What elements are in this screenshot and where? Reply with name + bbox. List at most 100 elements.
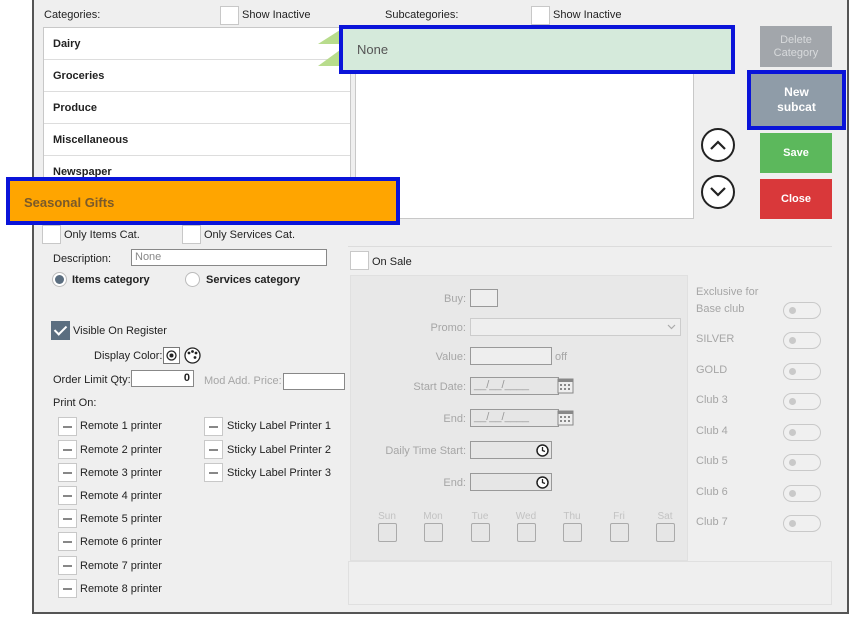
remote-6-printer-checkbox[interactable] [58,532,77,551]
club-4-toggle[interactable] [783,424,821,441]
delete-category-button[interactable]: Delete Category [760,26,832,67]
day-wed-checkbox[interactable] [517,523,536,542]
calendar-icon[interactable] [557,409,574,426]
chevron-down-icon [710,187,726,197]
club-6-toggle[interactable] [783,485,821,502]
remote-1-printer-checkbox[interactable] [58,417,77,436]
daily-time-end-input[interactable] [470,473,552,491]
subcategories-show-inactive-checkbox[interactable] [531,6,550,25]
day-thu-label: Thu [563,511,581,522]
items-category-radio[interactable] [52,272,67,287]
list-item[interactable]: Miscellaneous [44,124,350,156]
remote-7-printer-checkbox[interactable] [58,556,77,575]
list-item[interactable]: Produce [44,92,350,124]
sticky-label-printer-3-checkbox[interactable] [204,463,223,482]
target-icon [166,350,177,361]
club-silver-label: SILVER [696,333,735,345]
order-limit-label: Order Limit Qty: [53,374,131,386]
sticky-label-printer-2-checkbox[interactable] [204,440,223,459]
club-5-label: Club 5 [696,455,728,467]
subcategories-title: Subcategories: [385,9,459,21]
remote-1-printer-label: Remote 1 printer [80,420,162,432]
day-fri-checkbox[interactable] [610,523,629,542]
categories-show-inactive-checkbox[interactable] [220,6,239,25]
remote-3-printer-checkbox[interactable] [58,463,77,482]
remote-4-printer-label: Remote 4 printer [80,490,162,502]
clock-icon [536,476,549,489]
bottom-panel [348,561,832,605]
color-swatch-button[interactable] [163,347,180,364]
sticky-label-printer-1-label: Sticky Label Printer 1 [227,420,331,432]
buy-input[interactable] [470,289,498,307]
sticky-label-printer-3-label: Sticky Label Printer 3 [227,467,331,479]
club-3-toggle[interactable] [783,393,821,410]
base-club-toggle[interactable] [783,302,821,319]
categories-list: Dairy Groceries Produce Miscellaneous Ne… [43,27,351,188]
on-sale-checkbox[interactable] [350,251,369,270]
remote-4-printer-checkbox[interactable] [58,486,77,505]
new-subcat-button[interactable]: New subcat [747,70,846,130]
only-items-label: Only Items Cat. [64,229,140,241]
day-thu-checkbox[interactable] [563,523,582,542]
promo-select[interactable] [470,318,681,336]
remote-8-printer-checkbox[interactable] [58,579,77,598]
club-gold-toggle[interactable] [783,363,821,380]
day-sun-checkbox[interactable] [378,523,397,542]
remote-2-printer-checkbox[interactable] [58,440,77,459]
club-silver-toggle[interactable] [783,332,821,349]
sort-arrows-icon [318,30,340,66]
palette-icon[interactable] [184,347,201,364]
categories-title: Categories: [44,9,101,21]
list-item[interactable]: Groceries [44,60,350,92]
only-services-checkbox[interactable] [182,225,201,244]
remote-7-printer-label: Remote 7 printer [80,560,162,572]
start-date-label: Start Date: [413,381,466,393]
description-input[interactable]: None [131,249,327,266]
daily-time-start-label: Daily Time Start: [385,445,466,457]
club-6-label: Club 6 [696,486,728,498]
remote-5-printer-checkbox[interactable] [58,509,77,528]
move-down-button[interactable] [701,175,735,209]
end-date-input[interactable]: __/__/____ [470,409,559,427]
value-input[interactable] [470,347,552,365]
save-button[interactable]: Save [760,133,832,173]
remote-8-printer-label: Remote 8 printer [80,583,162,595]
remote-5-printer-label: Remote 5 printer [80,513,162,525]
only-items-checkbox[interactable] [42,225,61,244]
move-up-button[interactable] [701,128,735,162]
club-7-toggle[interactable] [783,515,821,532]
daily-time-end-label: End: [443,477,466,489]
visible-on-register-checkbox[interactable] [51,321,70,340]
description-label: Description: [53,253,112,265]
calendar-icon[interactable] [557,377,574,394]
remote-3-printer-label: Remote 3 printer [80,467,162,479]
chevron-down-icon [667,324,676,330]
day-tue-checkbox[interactable] [471,523,490,542]
highlight-box [339,25,735,74]
subcategories-show-inactive-label: Show Inactive [553,9,622,21]
day-fri-label: Fri [613,511,625,522]
close-button[interactable]: Close [760,179,832,219]
services-category-radio[interactable] [185,272,200,287]
start-date-input[interactable]: __/__/____ [470,377,559,395]
chevron-up-icon [710,140,726,150]
mod-add-price-input[interactable] [283,373,345,390]
value-off-label: off [555,351,568,363]
visible-on-register-label: Visible On Register [73,325,167,337]
on-sale-label: On Sale [372,256,412,268]
order-limit-input[interactable]: 0 [131,370,194,387]
divider [348,246,832,247]
sticky-label-printer-2-label: Sticky Label Printer 2 [227,444,331,456]
print-on-label: Print On: [53,397,97,409]
services-category-label: Services category [206,274,301,286]
day-mon-checkbox[interactable] [424,523,443,542]
club-5-toggle[interactable] [783,454,821,471]
sticky-label-printer-1-checkbox[interactable] [204,417,223,436]
value-label: Value: [435,351,466,363]
base-club-label: Base club [696,303,745,315]
day-sat-checkbox[interactable] [656,523,675,542]
list-item[interactable]: Dairy [44,28,350,60]
daily-time-start-input[interactable] [470,441,552,459]
club-gold-label: GOLD [696,364,728,376]
day-sat-label: Sat [657,511,673,522]
